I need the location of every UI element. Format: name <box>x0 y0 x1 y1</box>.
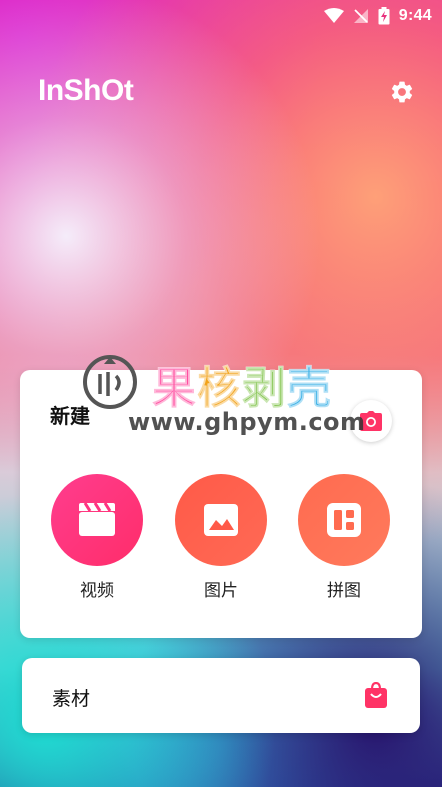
camera-icon <box>360 411 382 431</box>
video-circle[interactable] <box>51 474 143 566</box>
tool-collage-label: 拼图 <box>327 581 361 601</box>
status-time: 9:44 <box>398 7 432 24</box>
create-card: 新建 视频 图片 拼图 <box>20 370 422 638</box>
tool-video-label: 视频 <box>80 581 114 601</box>
gear-icon <box>391 81 413 103</box>
clapperboard-icon <box>79 502 115 536</box>
wifi-icon <box>323 8 344 24</box>
status-bar: 9:44 <box>0 0 442 32</box>
tool-video[interactable]: 视频 <box>49 474 145 601</box>
camera-button[interactable] <box>350 400 392 442</box>
no-signal-icon <box>353 8 369 24</box>
collage-circle[interactable] <box>298 474 390 566</box>
image-icon <box>204 504 238 536</box>
photo-circle[interactable] <box>175 474 267 566</box>
shopping-bag-icon <box>364 681 388 712</box>
collage-icon <box>327 503 361 537</box>
create-title: 新建 <box>50 404 90 428</box>
material-label: 素材 <box>52 688 91 710</box>
app-logo: InShOt <box>38 74 134 107</box>
tool-collage[interactable]: 拼图 <box>296 474 392 601</box>
material-card[interactable]: 素材 <box>22 658 420 733</box>
tool-photo-label: 图片 <box>204 581 238 601</box>
tool-photo[interactable]: 图片 <box>173 474 269 601</box>
settings-button[interactable] <box>388 78 416 106</box>
battery-charging-icon <box>378 7 390 25</box>
